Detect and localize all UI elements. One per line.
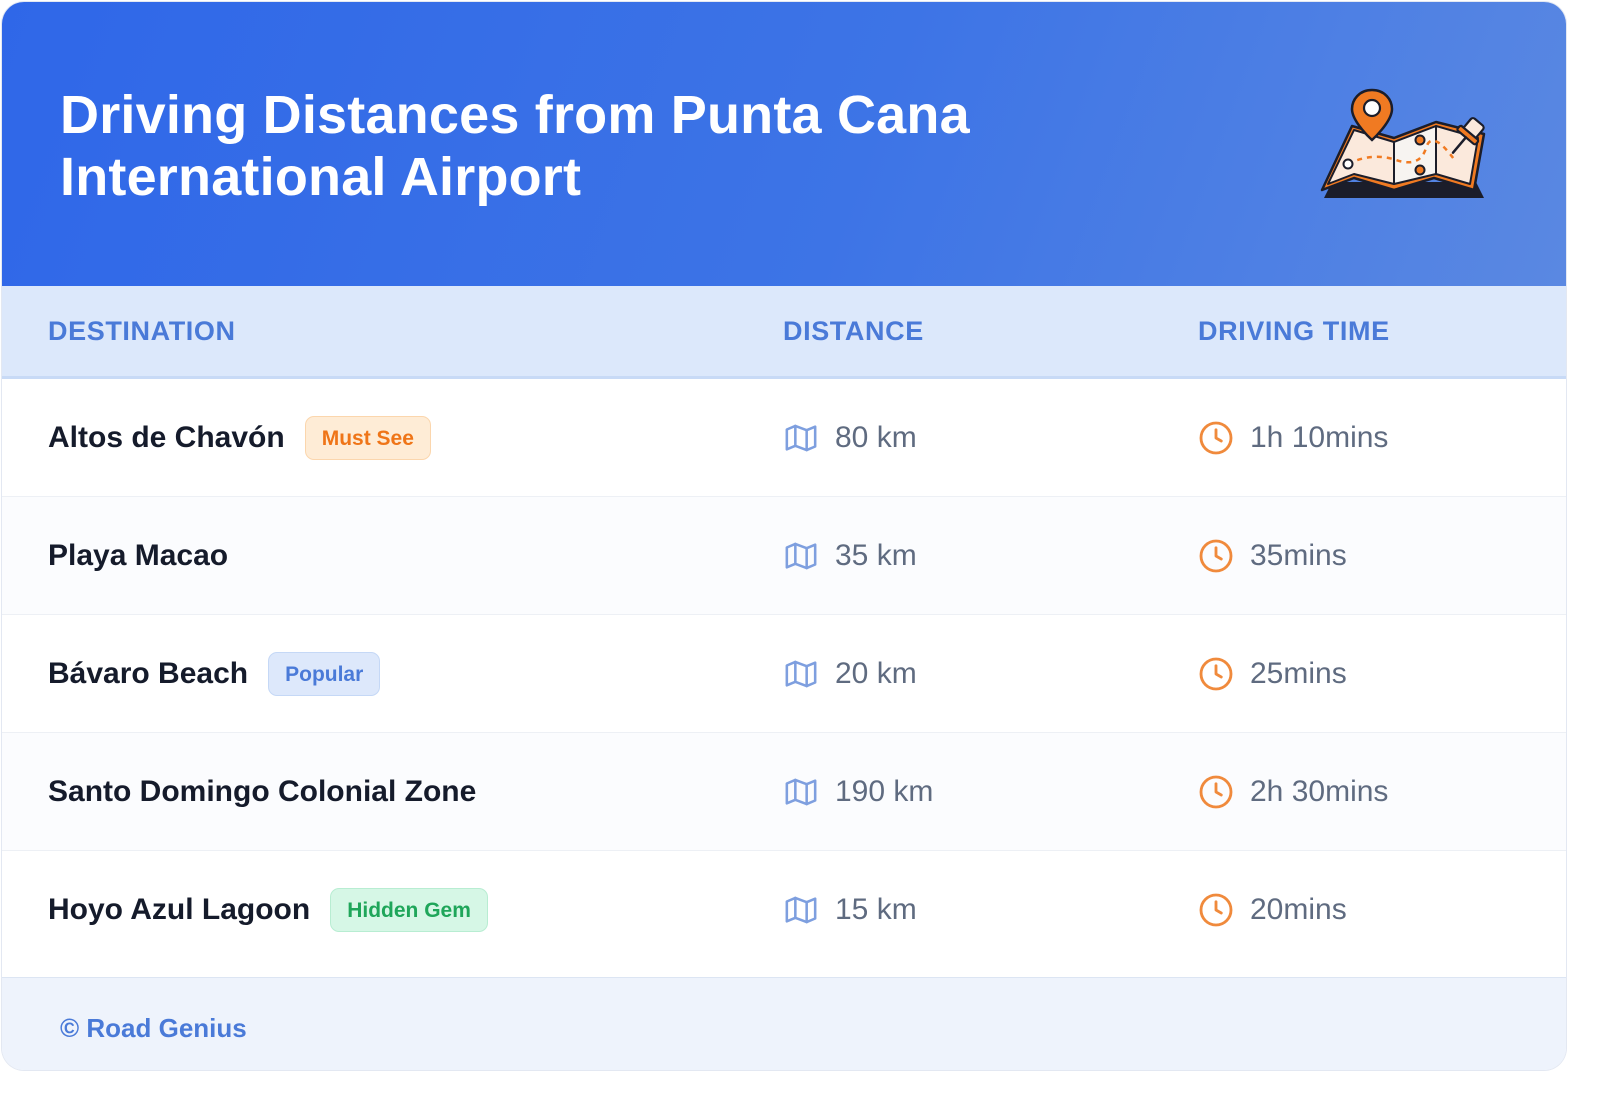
column-header-destination: DESTINATION: [48, 316, 236, 346]
card-footer: © Road Genius: [2, 977, 1566, 1070]
destination-cell: Bávaro Beach Popular: [48, 615, 381, 733]
distance-value: 35 km: [835, 539, 917, 572]
column-header-distance: DISTANCE: [783, 316, 924, 346]
table-row: Bávaro Beach Popular 20 km 25mins: [2, 615, 1566, 733]
column-header-driving-time: DRIVING TIME: [1198, 316, 1390, 346]
driving-time-value: 25mins: [1250, 657, 1347, 690]
table-body: Altos de Chavón Must See 80 km 1h 10mins: [2, 379, 1566, 969]
driving-time-value: 35mins: [1250, 539, 1347, 572]
distance-value: 20 km: [835, 657, 917, 690]
distance-value: 190 km: [835, 775, 934, 808]
map-icon: [783, 538, 819, 574]
driving-time-value: 1h 10mins: [1250, 421, 1389, 454]
destination-badge: Hidden Gem: [330, 888, 488, 932]
clock-icon: [1198, 420, 1234, 456]
destination-cell: Santo Domingo Colonial Zone: [48, 733, 476, 851]
destination-name: Playa Macao: [48, 539, 229, 572]
distance-cell: 20 km: [783, 615, 917, 733]
clock-icon: [1198, 774, 1234, 810]
driving-time-cell: 2h 30mins: [1198, 733, 1388, 851]
destination-name: Hoyo Azul Lagoon: [48, 893, 311, 926]
table-row: Santo Domingo Colonial Zone 190 km 2h 30…: [2, 733, 1566, 851]
distance-cell: 190 km: [783, 733, 933, 851]
footer-credit: © Road Genius: [60, 1013, 247, 1043]
map-icon: [783, 774, 819, 810]
map-icon: [783, 656, 819, 692]
distance-cell: 15 km: [783, 851, 917, 969]
title-line-1: Driving Distances from Punta Cana: [60, 85, 970, 145]
destination-name: Santo Domingo Colonial Zone: [48, 775, 477, 808]
clock-icon: [1198, 892, 1234, 928]
distance-cell: 80 km: [783, 379, 917, 497]
destination-badge: Must See: [304, 416, 431, 460]
title-line-2: International Airport: [60, 147, 582, 207]
destination-cell: Altos de Chavón Must See: [48, 379, 431, 497]
page-title: Driving Distances from Punta Cana Intern…: [60, 84, 1060, 208]
driving-time-value: 20mins: [1250, 893, 1347, 926]
distance-value: 15 km: [835, 893, 917, 926]
table-row: Playa Macao 35 km 35mins: [2, 497, 1566, 615]
driving-time-cell: 25mins: [1198, 615, 1347, 733]
destination-cell: Hoyo Azul Lagoon Hidden Gem: [48, 851, 488, 969]
distance-card: Driving Distances from Punta Cana Intern…: [2, 2, 1566, 1070]
driving-time-value: 2h 30mins: [1250, 775, 1389, 808]
driving-time-cell: 20mins: [1198, 851, 1347, 969]
distance-value: 80 km: [835, 421, 917, 454]
card-header: Driving Distances from Punta Cana Intern…: [2, 2, 1566, 286]
table-row: Altos de Chavón Must See 80 km 1h 10mins: [2, 379, 1566, 497]
destination-name: Altos de Chavón: [48, 421, 285, 454]
table-row: Hoyo Azul Lagoon Hidden Gem 15 km 20mins: [2, 851, 1566, 969]
map-with-pin-icon: [1320, 88, 1486, 198]
destination-badge: Popular: [268, 652, 381, 696]
map-icon: [783, 892, 819, 928]
driving-time-cell: 1h 10mins: [1198, 379, 1388, 497]
destination-name: Bávaro Beach: [48, 657, 249, 690]
driving-time-cell: 35mins: [1198, 497, 1347, 615]
clock-icon: [1198, 538, 1234, 574]
table-header: DESTINATION DISTANCE DRIVING TIME: [2, 286, 1566, 379]
clock-icon: [1198, 656, 1234, 692]
distance-cell: 35 km: [783, 497, 917, 615]
map-icon: [783, 420, 819, 456]
destination-cell: Playa Macao: [48, 497, 228, 615]
